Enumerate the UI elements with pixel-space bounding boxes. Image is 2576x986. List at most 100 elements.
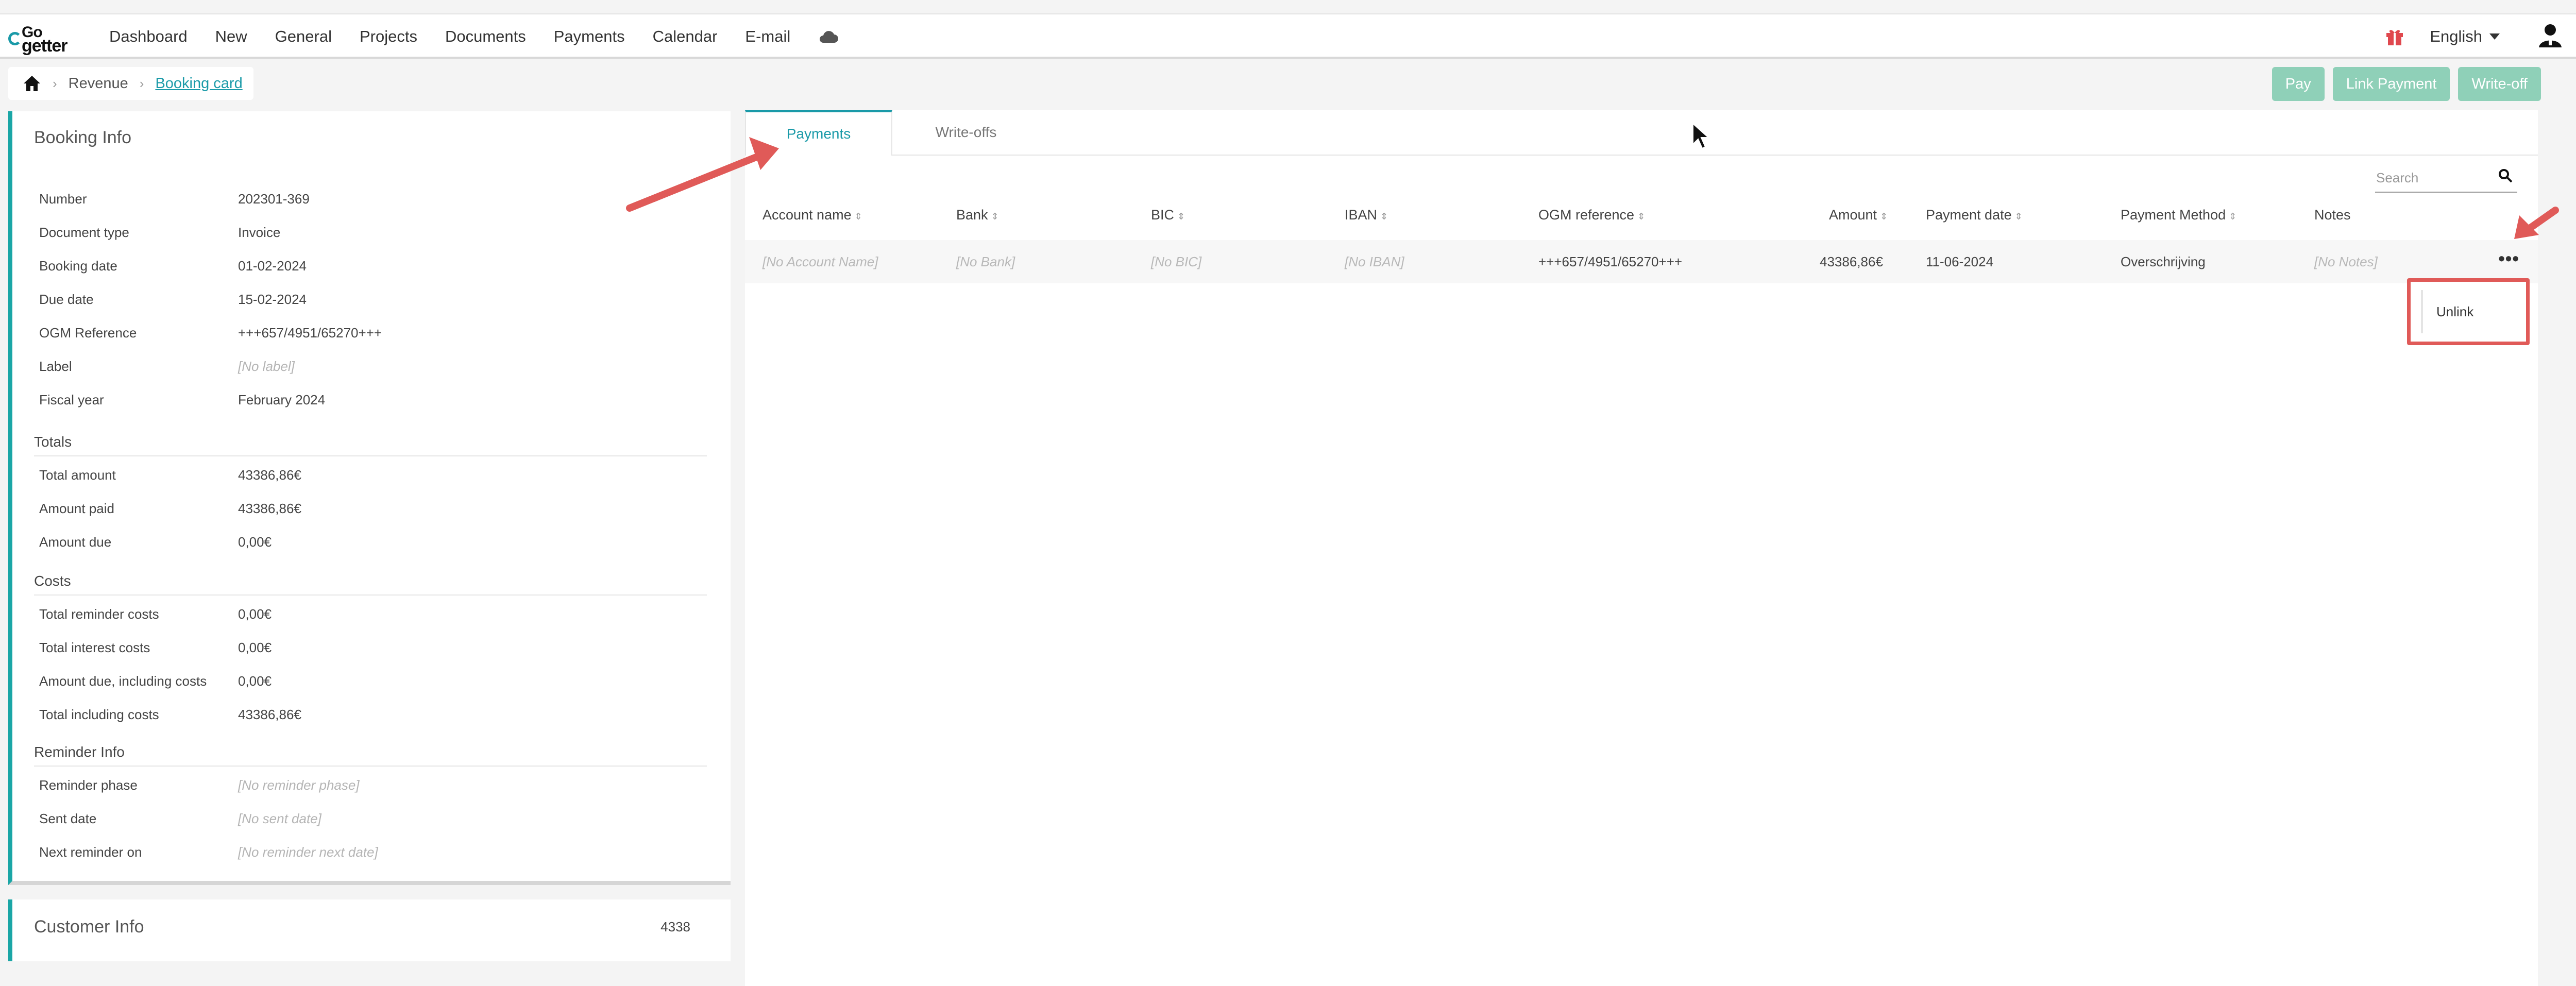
total-amount-row: Total amount 43386,86€ (12, 461, 698, 489)
field-value: 43386,86€ (238, 707, 301, 722)
field-value: 0,00€ (238, 673, 272, 689)
home-icon[interactable] (23, 75, 41, 92)
column-header-ogm-reference[interactable]: OGM reference ⇕ (1538, 207, 1645, 223)
nav-projects[interactable]: Projects (360, 27, 417, 46)
nav-new[interactable]: New (215, 27, 247, 46)
column-header-account-name[interactable]: Account name ⇕ (762, 207, 862, 223)
field-value: [No label] (238, 359, 295, 374)
amount-due-including-costs-row: Amount due, including costs 0,00€ (12, 667, 698, 695)
field-label: OGM Reference (39, 325, 137, 341)
breadcrumb-separator-icon: › (139, 75, 144, 91)
field-label: Total interest costs (39, 640, 150, 655)
field-value: 0,00€ (238, 640, 272, 655)
column-header-payment-method[interactable]: Payment Method ⇕ (2121, 207, 2236, 223)
write-off-button[interactable]: Write-off (2458, 67, 2541, 101)
sort-icon: ⇕ (1637, 211, 1646, 222)
language-label: English (2430, 27, 2482, 45)
breadcrumb: › Revenue › Booking card (8, 67, 253, 100)
reminder-info-title: Reminder Info (34, 744, 125, 760)
field-value: 202301-369 (238, 191, 310, 207)
field-label: Fiscal year (39, 392, 104, 407)
field-label: Amount due, including costs (39, 673, 207, 689)
sent-date-row: Sent date [No sent date] (12, 804, 698, 833)
field-label: Label (39, 359, 72, 374)
customer-info-title: Customer Info (34, 917, 144, 937)
field-value: [No reminder phase] (238, 777, 360, 793)
column-header-bank[interactable]: Bank ⇕ (956, 207, 999, 223)
sort-icon: ⇕ (991, 211, 999, 222)
nav-general[interactable]: General (275, 27, 332, 46)
unlink-menu-item[interactable]: Unlink (2436, 290, 2473, 333)
column-header-label: IBAN (1345, 207, 1378, 223)
tab-write-offs[interactable]: Write-offs (892, 110, 1040, 155)
nav-calendar[interactable]: Calendar (653, 27, 718, 46)
breadcrumb-separator-icon: › (53, 75, 57, 91)
row-actions-dropdown: Unlink (2407, 278, 2530, 345)
field-label: Reminder phase (39, 777, 138, 793)
column-header-label: Payment Method (2121, 207, 2226, 223)
pay-button[interactable]: Pay (2272, 67, 2325, 101)
search-icon[interactable] (2498, 168, 2513, 183)
field-label: Booking date (39, 258, 117, 274)
breadcrumb-booking-card[interactable]: Booking card (155, 75, 242, 92)
search-box (2375, 162, 2517, 193)
cell-bank: [No Bank] (956, 254, 1015, 269)
table-row[interactable]: [No Account Name] [No Bank] [No BIC] [No… (745, 240, 2538, 283)
booking-info-card: Booking Info Number 202301-369 Document … (8, 111, 731, 885)
language-selector[interactable]: English (2430, 27, 2500, 46)
gogetter-logo[interactable]: Go getter (8, 22, 80, 56)
total-including-costs-row: Total including costs 43386,86€ (12, 700, 698, 729)
breadcrumb-revenue[interactable]: Revenue (69, 75, 128, 92)
cell-ogm-reference: +++657/4951/65270+++ (1538, 254, 1683, 269)
nav-email[interactable]: E-mail (745, 27, 790, 46)
field-ogm-reference: OGM Reference +++657/4951/65270+++ (12, 318, 698, 347)
field-label: Amount due (39, 534, 112, 550)
nav-documents[interactable]: Documents (445, 27, 526, 46)
column-header-amount[interactable]: Amount ⇕ (1829, 207, 1888, 223)
field-value: 0,00€ (238, 534, 272, 550)
divider (34, 455, 707, 456)
column-header-label: Account name (762, 207, 852, 223)
customer-info-card[interactable]: Customer Info 4338 (8, 899, 731, 961)
reminder-phase-row: Reminder phase [No reminder phase] (12, 771, 698, 800)
row-actions-more-icon[interactable]: ••• (2498, 249, 2519, 268)
user-avatar-icon[interactable] (2536, 22, 2565, 50)
cell-payment-method: Overschrijving (2121, 254, 2206, 269)
field-label: Due date (39, 292, 94, 307)
gift-icon[interactable] (2384, 26, 2405, 47)
field-label: Total including costs (39, 707, 159, 722)
field-value: 01-02-2024 (238, 258, 307, 274)
field-value: [No sent date] (238, 811, 321, 826)
field-number: Number 202301-369 (12, 184, 698, 213)
total-interest-costs-row: Total interest costs 0,00€ (12, 633, 698, 662)
totals-title: Totals (34, 434, 72, 450)
column-header-payment-date[interactable]: Payment date ⇕ (1926, 207, 2023, 223)
cell-payment-date: 11-06-2024 (1926, 254, 1994, 269)
field-label: Amount paid (39, 501, 114, 516)
field-document-type: Document type Invoice (12, 218, 698, 247)
cell-bic: [No BIC] (1151, 254, 1202, 269)
main-menu: Dashboard New General Projects Documents… (109, 14, 839, 59)
field-value: 15-02-2024 (238, 292, 307, 307)
link-payment-button[interactable]: Link Payment (2332, 67, 2450, 101)
field-label: Total amount (39, 467, 116, 483)
column-header-label: Payment date (1926, 207, 2012, 223)
action-buttons: Pay Link Payment Write-off (2264, 67, 2541, 101)
column-header-bic[interactable]: BIC ⇕ (1151, 207, 1185, 223)
booking-info-title: Booking Info (34, 128, 132, 147)
sort-icon: ⇕ (1177, 211, 1185, 222)
search-input[interactable] (2375, 167, 2490, 189)
cloud-icon[interactable] (818, 29, 839, 44)
column-header-iban[interactable]: IBAN ⇕ (1345, 207, 1388, 223)
nav-payments[interactable]: Payments (554, 27, 625, 46)
cell-iban: [No IBAN] (1345, 254, 1404, 269)
field-value: February 2024 (238, 392, 326, 407)
sort-icon: ⇕ (854, 211, 862, 222)
divider (34, 594, 707, 596)
field-booking-date: Booking date 01-02-2024 (12, 251, 698, 280)
sort-icon: ⇕ (1880, 211, 1888, 222)
nav-dashboard[interactable]: Dashboard (109, 27, 188, 46)
tab-payments[interactable]: Payments (745, 110, 892, 156)
column-header-notes[interactable]: Notes (2314, 207, 2351, 223)
logo-ring-icon (8, 32, 22, 45)
